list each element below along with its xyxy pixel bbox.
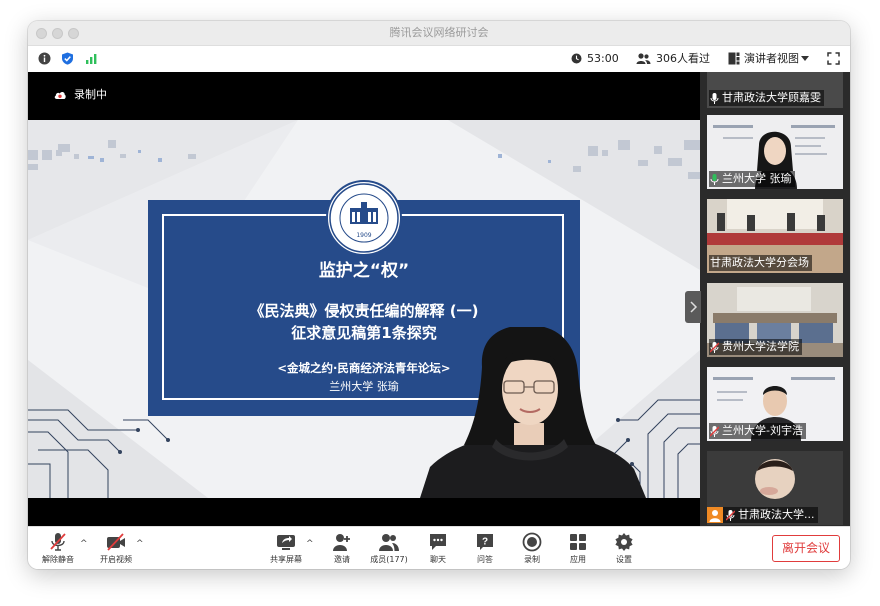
microphone-muted-icon	[726, 509, 735, 521]
fullscreen-icon[interactable]	[827, 52, 840, 65]
participant-name: 贵州大学法学院	[722, 340, 799, 353]
view-mode-selector[interactable]: 演讲者视图	[744, 46, 799, 72]
info-icon[interactable]	[38, 52, 51, 65]
chat-button[interactable]: 聊天	[412, 530, 464, 568]
record-label: 录制	[524, 555, 540, 564]
qa-label: 问答	[477, 555, 493, 564]
members-icon	[379, 534, 399, 551]
question-icon: ?	[477, 534, 493, 550]
title-bar: 腾讯会议网络研讨会	[28, 21, 850, 46]
start-video-button[interactable]: 开启视频	[90, 530, 142, 568]
camera-off-icon	[107, 533, 125, 551]
invite-button[interactable]: 邀请	[316, 530, 368, 568]
apps-label: 应用	[570, 555, 586, 564]
participant-tile-active[interactable]: 兰州大学 张瑜	[707, 115, 843, 189]
participant-tile[interactable]: 甘肃政法大学顾嘉雯	[707, 72, 843, 108]
qa-button[interactable]: ? 问答	[459, 530, 511, 568]
window-title: 腾讯会议网络研讨会	[389, 26, 489, 39]
microphone-active-icon	[710, 173, 719, 185]
recording-status: 录制中	[74, 88, 107, 101]
share-screen-button[interactable]: 共享屏幕	[260, 530, 312, 568]
participant-name-tag: 贵州大学法学院	[709, 339, 802, 355]
viewers-icon	[636, 53, 651, 64]
chat-label: 聊天	[430, 555, 446, 564]
leave-meeting-button[interactable]: 离开会议	[772, 535, 840, 562]
participant-name-tag: 甘肃政法大学...	[707, 507, 818, 523]
chat-icon	[430, 534, 446, 550]
share-screen-icon	[277, 535, 295, 550]
participant-name: 兰州大学-刘宇浩	[722, 424, 803, 437]
apps-button[interactable]: 应用	[552, 530, 604, 568]
participant-tile[interactable]: 兰州大学-刘宇浩	[707, 367, 843, 441]
meeting-info-bar: 53:00 306人看过 演讲者视图	[28, 46, 850, 72]
share-options-chevron[interactable]: ^	[306, 539, 314, 549]
record-button[interactable]: 录制	[506, 530, 558, 568]
apps-icon	[570, 534, 586, 550]
microphone-muted-icon	[710, 341, 719, 353]
lanzhou-university-logo: 1909	[326, 180, 402, 256]
presentation-slide: 1909 监护之“权” 《民法典》侵权责任编的解释 (一) 征求意见稿第1条探究…	[28, 120, 700, 498]
start-video-label: 开启视频	[100, 555, 132, 564]
user-avatar-icon	[707, 507, 723, 523]
microphone-muted-icon	[710, 425, 719, 437]
meeting-toolbar: 解除静音 ^ 开启视频 ^ 共享屏幕 ^ 邀请 成员(177) 聊天 ? 问答 …	[28, 526, 850, 569]
gear-icon	[615, 533, 633, 551]
members-button[interactable]: 成员(177)	[363, 530, 415, 568]
participant-name-tag: 甘肃政法大学顾嘉雯	[709, 90, 824, 106]
video-options-chevron[interactable]: ^	[136, 539, 144, 549]
shared-screen-stage: 录制中 1909 监护之“权” 《民法典》侵权责任编的解释 (一) 征求意见稿第…	[28, 72, 700, 526]
participants-panel: 甘肃政法大学顾嘉雯 兰州大学 张瑜 甘肃政法大学分会场 贵州大学法学院 兰州大学…	[700, 72, 850, 526]
meeting-window: 腾讯会议网络研讨会 53:00 306人看过 演讲者视图 录制中 1909 监护…	[28, 21, 850, 569]
chevron-right-icon	[690, 301, 698, 313]
speaker-view-icon[interactable]	[728, 52, 740, 65]
meeting-timer: 53:00	[587, 52, 619, 65]
audio-options-chevron[interactable]: ^	[80, 539, 88, 549]
signal-strength-icon[interactable]	[85, 52, 98, 65]
clock-icon	[571, 53, 582, 64]
participant-tile[interactable]: 甘肃政法大学分会场	[707, 199, 843, 273]
settings-label: 设置	[616, 555, 632, 564]
security-shield-icon[interactable]	[61, 52, 74, 65]
slide-title: 监护之“权”	[318, 261, 410, 281]
collapse-panel-button[interactable]	[685, 291, 701, 323]
participant-name-tag: 甘肃政法大学分会场	[709, 255, 812, 271]
slide-subtitle-line1: 《民法典》侵权责任编的解释 (一)	[249, 302, 479, 320]
unmute-button[interactable]: 解除静音	[32, 530, 84, 568]
presenter-video-overlay	[420, 327, 646, 498]
svg-text:?: ?	[482, 537, 488, 548]
add-user-icon	[333, 534, 350, 551]
share-screen-label: 共享屏幕	[270, 555, 302, 564]
participant-name-tag: 兰州大学 张瑜	[709, 171, 795, 187]
members-label: 成员(177)	[370, 555, 408, 564]
participant-name: 甘肃政法大学分会场	[710, 256, 809, 269]
participant-name: 甘肃政法大学...	[738, 508, 815, 521]
record-icon	[522, 532, 542, 552]
invite-label: 邀请	[334, 555, 350, 564]
microphone-muted-icon	[50, 533, 66, 551]
participant-name: 甘肃政法大学顾嘉雯	[722, 91, 821, 104]
logo-year: 1909	[356, 232, 371, 239]
recording-cloud-icon	[54, 91, 66, 99]
chevron-down-icon[interactable]	[801, 56, 809, 62]
participant-name-tag: 兰州大学-刘宇浩	[709, 423, 806, 439]
participant-tile[interactable]: 贵州大学法学院	[707, 283, 843, 357]
viewer-count: 306人看过	[656, 52, 710, 65]
participant-name: 兰州大学 张瑜	[722, 172, 792, 185]
unmute-label: 解除静音	[42, 555, 74, 564]
participant-tile[interactable]: 甘肃政法大学...	[707, 451, 843, 525]
settings-button[interactable]: 设置	[598, 530, 650, 568]
microphone-icon	[710, 92, 719, 104]
